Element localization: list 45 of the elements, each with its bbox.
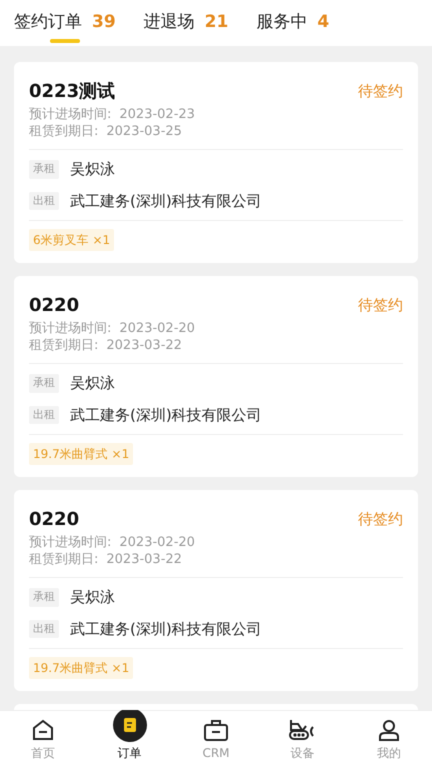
- order-title: 0220: [29, 508, 80, 532]
- nav-item[interactable]: 订单: [86, 711, 173, 768]
- tab[interactable]: 签约订单 39: [14, 0, 116, 46]
- order-card[interactable]: 0220 待签约 预计进场时间: 2023-02-20 租赁到期日: 2023-03-22 承租 吴炽泳 出租 武工建务(深圳)科技有限公司 19.7米曲臂式 ×1: [14, 490, 418, 691]
- date-value: 2023-03-22: [106, 337, 182, 354]
- date-label: 租赁到期日:: [29, 551, 98, 568]
- user-icon: [376, 718, 401, 742]
- document-icon: [112, 708, 147, 742]
- date-value: 2023-03-22: [106, 551, 182, 568]
- date-label: 预计进场时间:: [29, 320, 112, 337]
- order-status: 待签约: [358, 509, 403, 530]
- party-tag: 承租: [29, 374, 59, 392]
- date-label: 租赁到期日:: [29, 123, 98, 140]
- order-card[interactable]: 0223测试 待签约 预计进场时间: 2023-02-23 租赁到期日: 2023-03-25 承租 吴炽泳 出租 武工建务(深圳)科技有限公司 6米剪叉车 ×1: [14, 62, 418, 263]
- party-name: 武工建务(深圳)科技有限公司: [70, 618, 262, 640]
- equipment-tag: 19.7米曲臂式 ×1: [29, 443, 134, 465]
- date-label: 预计进场时间:: [29, 534, 112, 551]
- tab[interactable]: 进退场 21: [144, 0, 228, 46]
- party-tag: 出租: [29, 406, 59, 424]
- order-status: 待签约: [358, 81, 403, 102]
- date-value: 2023-03-25: [106, 123, 182, 140]
- party-tag: 出租: [29, 620, 59, 638]
- equipment-tag: 6米剪叉车 ×1: [29, 229, 114, 251]
- order-title: 0223测试: [29, 80, 116, 104]
- party-tag: 承租: [29, 160, 59, 178]
- tab[interactable]: 服务中 4: [256, 0, 330, 46]
- order-status: 待签约: [358, 295, 403, 316]
- date-value: 2023-02-20: [119, 534, 195, 551]
- order-card[interactable]: 0220 待签约 预计进场时间: 2023-02-20 租赁到期日: 2023-03-22 承租 吴炽泳 出租 武工建务(深圳)科技有限公司 19.7米曲臂式 ×1: [14, 276, 418, 477]
- party-name: 武工建务(深圳)科技有限公司: [70, 190, 262, 212]
- date-label: 租赁到期日:: [29, 337, 98, 354]
- party-tag: 出租: [29, 192, 59, 210]
- equipment-tag: 19.7米曲臂式 ×1: [29, 657, 134, 679]
- party-tag: 承租: [29, 588, 59, 606]
- party-name: 吴炽泳: [70, 159, 115, 180]
- order-title: 0220: [29, 294, 80, 318]
- party-name: 吴炽泳: [70, 373, 115, 394]
- party-name: 吴炽泳: [70, 587, 115, 608]
- date-label: 预计进场时间:: [29, 106, 112, 123]
- excavator-icon: [288, 718, 316, 742]
- briefcase-icon: [203, 718, 230, 742]
- date-value: 2023-02-23: [119, 106, 195, 123]
- date-value: 2023-02-20: [119, 320, 195, 337]
- home-icon: [31, 718, 56, 742]
- party-name: 武工建务(深圳)科技有限公司: [70, 404, 262, 426]
